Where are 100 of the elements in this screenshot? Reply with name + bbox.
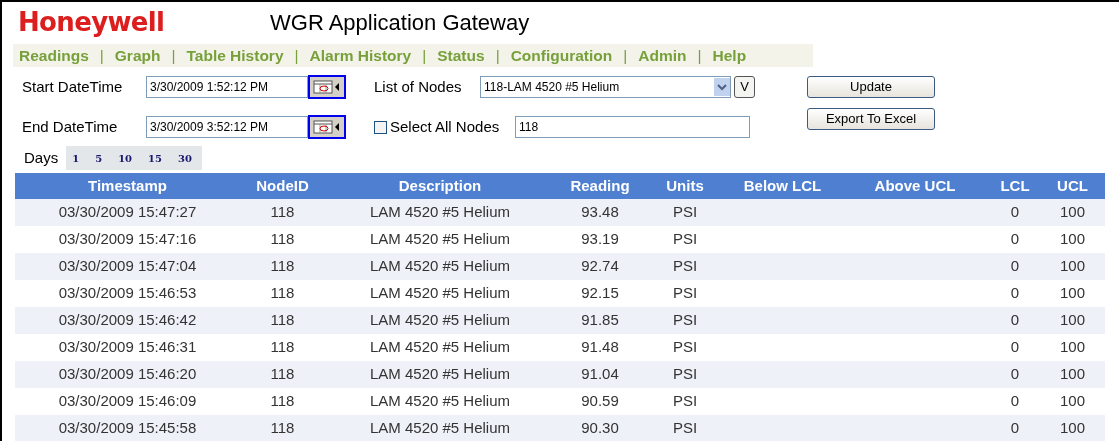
logo: Honeywell xyxy=(18,5,166,39)
description-cell: LAM 4520 #5 Helium xyxy=(369,338,511,356)
column-header: Reading xyxy=(555,173,645,199)
description-cell: LAM 4520 #5 Helium xyxy=(369,284,511,302)
units-cell: PSI xyxy=(672,419,698,437)
timestamp-cell: 03/30/2009 15:47:27 xyxy=(58,203,197,221)
calendar-button[interactable] xyxy=(308,115,346,139)
node-id-cell: 118 xyxy=(270,230,295,248)
node-id-cell: 118 xyxy=(270,392,295,410)
units-cell: PSI xyxy=(672,203,698,221)
ucl-cell: 100 xyxy=(1060,338,1085,356)
node-id-cell: 118 xyxy=(270,257,295,275)
timestamp-cell: 03/30/2009 15:46:09 xyxy=(58,392,197,410)
description-cell: LAM 4520 #5 Helium xyxy=(369,392,511,410)
date-field[interactable]: 3/30/2009 1:52:12 PM xyxy=(146,76,308,98)
description-cell: LAM 4520 #5 Helium xyxy=(369,419,511,437)
units-cell: PSI xyxy=(672,392,698,410)
date-label: Start DateTime xyxy=(22,76,124,97)
days-link[interactable]: 30 xyxy=(177,150,192,166)
description-cell: LAM 4520 #5 Helium xyxy=(369,365,511,383)
units-cell: PSI xyxy=(672,230,698,248)
lcl-cell: 0 xyxy=(1010,419,1020,437)
reading-cell: 92.15 xyxy=(581,284,619,302)
lcl-cell: 0 xyxy=(1010,392,1020,410)
reading-cell: 92.74 xyxy=(581,257,619,275)
node-id-cell: 118 xyxy=(270,419,295,437)
units-cell: PSI xyxy=(672,257,698,275)
lcl-cell: 0 xyxy=(1010,230,1020,248)
description-cell: LAM 4520 #5 Helium xyxy=(369,311,511,329)
nodes-label: List of Nodes xyxy=(374,76,463,97)
days-link[interactable]: 15 xyxy=(148,150,162,166)
page-title: WGR Application Gateway xyxy=(270,8,530,37)
lcl-cell: 0 xyxy=(1010,284,1020,302)
ucl-cell: 100 xyxy=(1060,419,1085,437)
v-button[interactable]: V xyxy=(734,76,755,98)
calendar-icon xyxy=(313,80,341,94)
node-id-field[interactable]: 118 xyxy=(515,116,750,138)
column-header: Timestamp xyxy=(15,173,240,199)
timestamp-cell: 03/30/2009 15:46:20 xyxy=(58,365,197,383)
lcl-cell: 0 xyxy=(1010,338,1020,356)
timestamp-cell: 03/30/2009 15:45:58 xyxy=(58,419,197,437)
timestamp-cell: 03/30/2009 15:46:42 xyxy=(58,311,197,329)
timestamp-cell: 03/30/2009 15:46:53 xyxy=(58,284,197,302)
days-link[interactable]: 5 xyxy=(95,150,103,166)
units-cell: PSI xyxy=(672,311,698,329)
checkbox[interactable] xyxy=(374,120,387,134)
column-header: LCL xyxy=(990,173,1040,199)
node-id-cell: 118 xyxy=(270,311,295,329)
ucl-cell: 100 xyxy=(1060,284,1085,302)
checkbox-label: Select All Nodes xyxy=(390,116,501,137)
ucl-cell: 100 xyxy=(1060,311,1085,329)
units-cell: PSI xyxy=(672,284,698,302)
reading-cell: 91.85 xyxy=(581,311,619,329)
days-label: Days xyxy=(24,147,59,168)
column-header: UCL xyxy=(1040,173,1105,199)
lcl-cell: 0 xyxy=(1010,203,1020,221)
nav-separator: | xyxy=(495,45,500,66)
reading-cell: 90.59 xyxy=(581,392,619,410)
units-cell: PSI xyxy=(672,338,698,356)
days-link[interactable]: 10 xyxy=(118,150,133,166)
ucl-cell: 100 xyxy=(1060,365,1085,383)
column-header: Description xyxy=(325,173,555,199)
date-field[interactable]: 3/30/2009 3:52:12 PM xyxy=(146,116,308,138)
lcl-cell: 0 xyxy=(1010,311,1020,329)
ucl-cell: 100 xyxy=(1060,203,1085,221)
description-cell: LAM 4520 #5 Helium xyxy=(369,203,511,221)
export-button[interactable]: Export To Excel xyxy=(807,108,935,130)
nodes-dropdown[interactable]: 118-LAM 4520 #5 Helium xyxy=(480,76,731,98)
ucl-cell: 100 xyxy=(1060,257,1085,275)
chevron-down-icon xyxy=(714,78,730,96)
nav-separator: | xyxy=(697,45,702,66)
description-cell: LAM 4520 #5 Helium xyxy=(369,257,511,275)
timestamp-cell: 03/30/2009 15:47:04 xyxy=(58,257,197,275)
update-button[interactable]: Update xyxy=(807,76,935,98)
calendar-button[interactable] xyxy=(308,75,346,99)
units-cell: PSI xyxy=(672,365,698,383)
column-header: Above UCL xyxy=(840,173,990,199)
nav-separator: | xyxy=(623,45,628,66)
nav-separator: | xyxy=(294,45,299,66)
reading-cell: 90.30 xyxy=(581,419,619,437)
description-cell: LAM 4520 #5 Helium xyxy=(369,230,511,248)
days-link[interactable]: 1 xyxy=(72,150,80,166)
calendar-icon xyxy=(313,120,341,134)
nav-separator: | xyxy=(171,45,176,66)
column-header: NodeID xyxy=(240,173,325,199)
ucl-cell: 100 xyxy=(1060,230,1085,248)
timestamp-cell: 03/30/2009 15:46:31 xyxy=(58,338,197,356)
reading-cell: 91.48 xyxy=(581,338,619,356)
lcl-cell: 0 xyxy=(1010,365,1020,383)
nav-separator: | xyxy=(99,45,104,66)
timestamp-cell: 03/30/2009 15:47:16 xyxy=(58,230,197,248)
column-header: Below LCL xyxy=(725,173,840,199)
reading-cell: 93.19 xyxy=(581,230,619,248)
node-id-cell: 118 xyxy=(270,365,295,383)
date-label: End DateTime xyxy=(22,116,119,137)
node-id-cell: 118 xyxy=(270,203,295,221)
ucl-cell: 100 xyxy=(1060,392,1085,410)
column-header: Units xyxy=(645,173,725,199)
lcl-cell: 0 xyxy=(1010,257,1020,275)
node-id-cell: 118 xyxy=(270,284,295,302)
